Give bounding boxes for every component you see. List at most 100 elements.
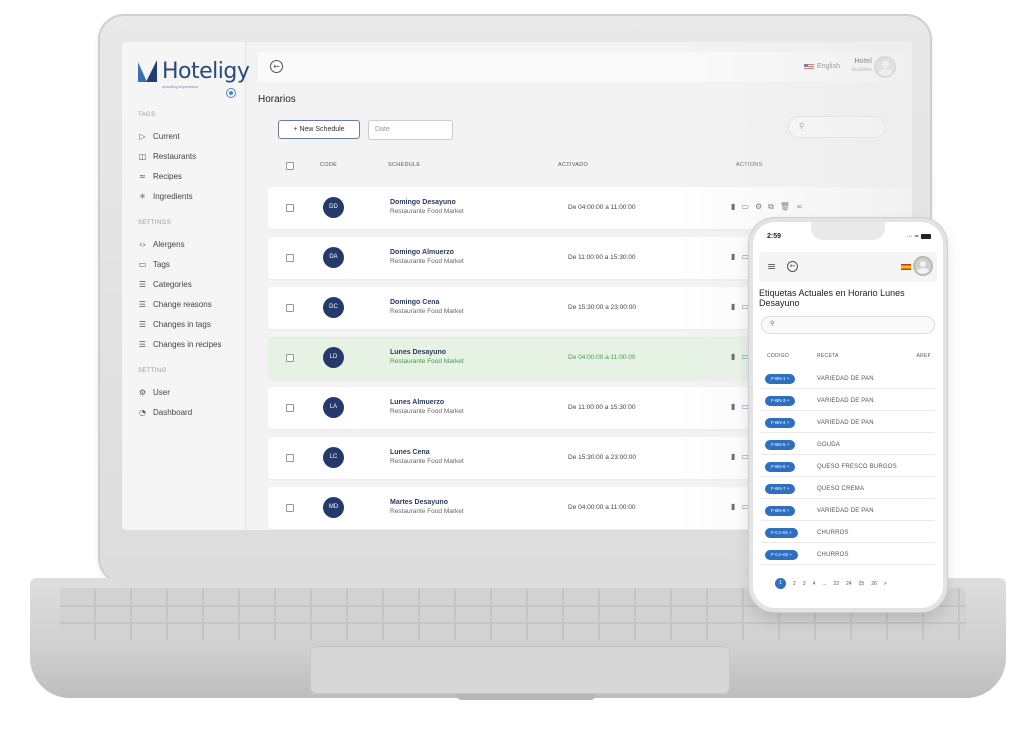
page-link[interactable]: 1 <box>775 578 786 589</box>
page-link[interactable]: ... <box>822 581 826 587</box>
page-link[interactable]: 4 <box>813 581 816 587</box>
recipe-code-chip[interactable]: F-BN-3 + <box>765 396 796 406</box>
sidebar-item[interactable]: ▭ Tags <box>138 260 170 269</box>
page-link[interactable]: > <box>884 581 887 587</box>
back-icon[interactable]: ← <box>270 60 283 73</box>
list-item[interactable]: F-CA-02 + CHURROS <box>761 546 935 565</box>
sidebar-item[interactable]: ☰ Changes in recipes <box>138 340 222 349</box>
link-icon[interactable]: ∞ <box>796 202 803 212</box>
sidebar-item[interactable]: ✳ Ingredients <box>138 192 192 201</box>
page-link[interactable]: 25 <box>859 581 865 587</box>
logo: Hoteligy <box>138 59 250 84</box>
language-label: English <box>817 63 840 70</box>
list-icon: ☰ <box>138 280 147 289</box>
list-item[interactable]: F-BN-3 + VARIEDAD DE PAN <box>761 392 935 411</box>
user-avatar[interactable] <box>874 56 896 78</box>
barcode-icon[interactable]: ▮ <box>731 402 735 412</box>
recipe-name: VARIEDAD DE PAN <box>817 508 874 514</box>
page-link[interactable]: 3 <box>803 581 806 587</box>
page-link[interactable]: 22 <box>834 581 840 587</box>
sidebar-item[interactable]: ◫ Restaurants <box>138 152 196 161</box>
list-item[interactable]: F-BN-4 + VARIEDAD DE PAN <box>761 414 935 433</box>
language-selector[interactable]: English <box>804 63 840 70</box>
code-badge: MD <box>323 497 344 518</box>
logo-text: Hoteligy <box>162 59 250 84</box>
barcode-icon[interactable]: ▮ <box>731 252 735 262</box>
barcode-icon[interactable]: ▮ <box>731 302 735 312</box>
recipe-code-chip[interactable]: F-CA-01 + <box>765 528 798 538</box>
topbar: ← English Hotel Available <box>258 52 904 82</box>
sidebar-item-label: Restaurants <box>153 152 197 161</box>
phone-back-icon[interactable]: ← <box>787 261 798 272</box>
sidebar-item[interactable]: ☰ Categories <box>138 280 192 289</box>
monitor-icon[interactable]: ▭ <box>741 452 749 462</box>
page-link[interactable]: 26 <box>871 581 877 587</box>
barcode-icon[interactable]: ▮ <box>731 452 735 462</box>
monitor-icon[interactable]: ▭ <box>741 352 749 362</box>
sidebar-item[interactable]: ☰ Change reasons <box>138 300 212 309</box>
sidebar-item[interactable]: ▷ Current <box>138 132 179 141</box>
row-checkbox[interactable] <box>286 304 294 312</box>
phone-search-input[interactable]: ⚲ <box>761 316 935 334</box>
barcode-icon[interactable]: ▮ <box>731 352 735 362</box>
gear-icon: ⚙ <box>138 388 147 397</box>
phone-user-avatar[interactable] <box>913 256 933 276</box>
sidebar-item-label: Recipes <box>153 172 182 181</box>
row-checkbox[interactable] <box>286 454 294 462</box>
row-checkbox[interactable] <box>286 504 294 512</box>
phone: 2:59 ⋯ ≈ ≡ ← Etiquetas Actuales en Horar… <box>753 222 943 608</box>
recipe-code-chip[interactable]: F-BN-6 + <box>765 462 796 472</box>
recipe-code-chip[interactable]: F-BN-4 + <box>765 418 796 428</box>
recipe-code-chip[interactable]: F-CA-02 + <box>765 550 798 560</box>
select-all-checkbox[interactable] <box>286 162 294 172</box>
phone-column-codigo: CODIGO <box>767 353 790 359</box>
trash-icon[interactable]: 🗑 <box>780 202 790 212</box>
barcode-icon[interactable]: ▮ <box>731 502 735 512</box>
recipe-code-chip[interactable]: F-BN-7 + <box>765 484 796 494</box>
recipe-code: F-BN-6 <box>771 464 786 469</box>
recipe-name: CHURROS <box>817 552 849 558</box>
recipe-code-chip[interactable]: F-BN-5 + <box>765 440 796 450</box>
monitor-icon[interactable]: ▭ <box>741 502 749 512</box>
spain-flag-icon[interactable] <box>901 264 911 270</box>
sidebar-item[interactable]: ☰ Changes in tags <box>138 320 211 329</box>
phone-column-aref: AREF <box>916 353 931 359</box>
row-checkbox[interactable] <box>286 354 294 362</box>
sidebar-item[interactable]: ◔ Dashboard <box>138 408 192 417</box>
schedule-name: Domingo Desayuno <box>390 199 456 206</box>
recipe-name: GOUDA <box>817 442 841 448</box>
page-link[interactable]: 2 <box>793 581 796 587</box>
sidebar-item-label: User <box>153 388 170 397</box>
sidebar-item[interactable]: ≈ Recipes <box>138 172 182 181</box>
search-input[interactable]: ⚲ <box>788 116 886 138</box>
row-checkbox[interactable] <box>286 254 294 262</box>
hamburger-menu-icon[interactable]: ≡ <box>767 261 776 272</box>
gear-icon[interactable]: ⚙ <box>755 202 762 212</box>
date-input[interactable]: Date <box>368 120 453 140</box>
list-item[interactable]: F-BN-7 + QUESO CREMA <box>761 480 935 499</box>
copy-icon[interactable]: ⧉ <box>768 202 774 212</box>
list-item[interactable]: F-BN-1 + VARIEDAD DE PAN <box>761 370 935 389</box>
list-item[interactable]: F-BN-8 + VARIEDAD DE PAN <box>761 502 935 521</box>
list-item[interactable]: F-CA-01 + CHURROS <box>761 524 935 543</box>
row-checkbox[interactable] <box>286 204 294 212</box>
sidebar-item[interactable]: ⚙ User <box>138 388 170 397</box>
list-item[interactable]: F-BN-5 + GOUDA <box>761 436 935 455</box>
monitor-icon[interactable]: ▭ <box>741 402 749 412</box>
page-link[interactable]: 24 <box>846 581 852 587</box>
monitor-icon[interactable]: ▭ <box>741 202 749 212</box>
schedule-name: Lunes Cena <box>390 449 430 456</box>
new-schedule-button[interactable]: + New Schedule <box>278 120 360 139</box>
monitor-icon[interactable]: ▭ <box>741 252 749 262</box>
barcode-icon[interactable]: ▮ <box>731 202 735 212</box>
phone-column-receta: RECETA <box>817 353 839 359</box>
sidebar-collapse-icon[interactable] <box>226 88 236 98</box>
monitor-icon[interactable]: ▭ <box>741 302 749 312</box>
recipe-code: F-BN-3 <box>771 398 786 403</box>
recipe-code-chip[interactable]: F-BN-1 + <box>765 374 796 384</box>
hotel-availability: Available <box>851 67 872 73</box>
recipe-code-chip[interactable]: F-BN-8 + <box>765 506 796 516</box>
list-item[interactable]: F-BN-6 + QUESO FRESCO BURGOS <box>761 458 935 477</box>
row-checkbox[interactable] <box>286 404 294 412</box>
sidebar-item[interactable]: ‹› Alergens <box>138 240 184 249</box>
